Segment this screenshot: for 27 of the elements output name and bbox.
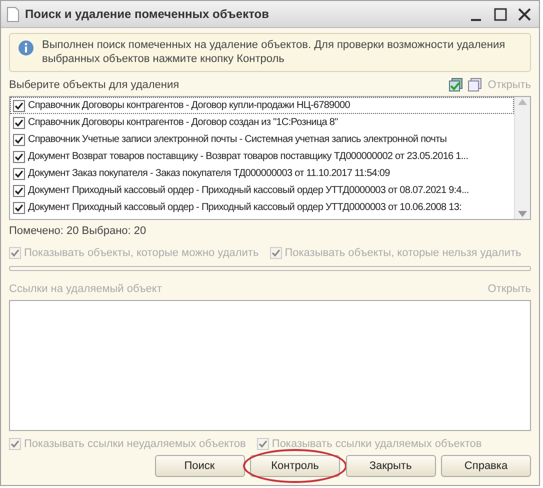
checkbox[interactable]: [13, 150, 25, 163]
info-message: Выполнен поиск помеченных на удаление объектов. Для проверки возможности удаления выбранных объектов нажмите кнопку Контроль: [42, 38, 506, 67]
section-label: Выберите объекты для удаления: [9, 78, 180, 94]
list-item[interactable]: Справочник Договоры контрагентов - Договор создан из "1С:Розница 8": [28, 115, 338, 130]
window-title: Поиск и удаление помеченных объектов: [25, 6, 270, 23]
check-all-icon[interactable]: [448, 78, 463, 92]
dialog-button[interactable]: Поиск: [154, 455, 244, 478]
checkbox[interactable]: [13, 168, 25, 180]
checkbox[interactable]: [13, 202, 25, 214]
list-item[interactable]: Документ Заказ покупателя - Заказ покупателя ТД000000003 от 11.10.2017 11:54:09: [28, 166, 390, 182]
list-item[interactable]: Документ Приходный кассовый ордер - Приходный кассовый ордер УТТД0000003 от 08.07.2021 9:4...: [28, 183, 469, 198]
section-label: Ссылки на удаляемый объект: [9, 282, 163, 297]
list-item[interactable]: Справочник Учетные записи электронной почты - Системная учетная запись электронной почты: [28, 132, 447, 148]
checkbox[interactable]: [13, 100, 25, 112]
checkbox[interactable]: [13, 116, 25, 129]
checkbox[interactable]: [13, 184, 25, 197]
selection-counts: Помечено: 20 Выбрано: 20: [9, 224, 148, 240]
copy-icon[interactable]: [468, 78, 482, 92]
dialog-button[interactable]: Контроль: [250, 455, 340, 478]
list-item[interactable]: Справочник Договоры контрагентов - Договор купли-продажи НЦ-6789000: [28, 98, 350, 114]
list-item[interactable]: Документ Возврат товаров поставщику - Возврат товаров поставщику ТД000000002 от 23.05.2016 1...: [28, 149, 468, 164]
document-icon: [7, 6, 19, 22]
dialog-button[interactable]: Справка: [441, 455, 531, 478]
checkbox[interactable]: [13, 134, 25, 146]
list-item[interactable]: Документ Приходный кассовый ордер - Приходный кассовый ордер УТТД0000003 от 10.06.2008 13:: [28, 200, 462, 216]
dialog-button[interactable]: Закрыть: [346, 455, 436, 478]
info-icon: [18, 38, 34, 56]
